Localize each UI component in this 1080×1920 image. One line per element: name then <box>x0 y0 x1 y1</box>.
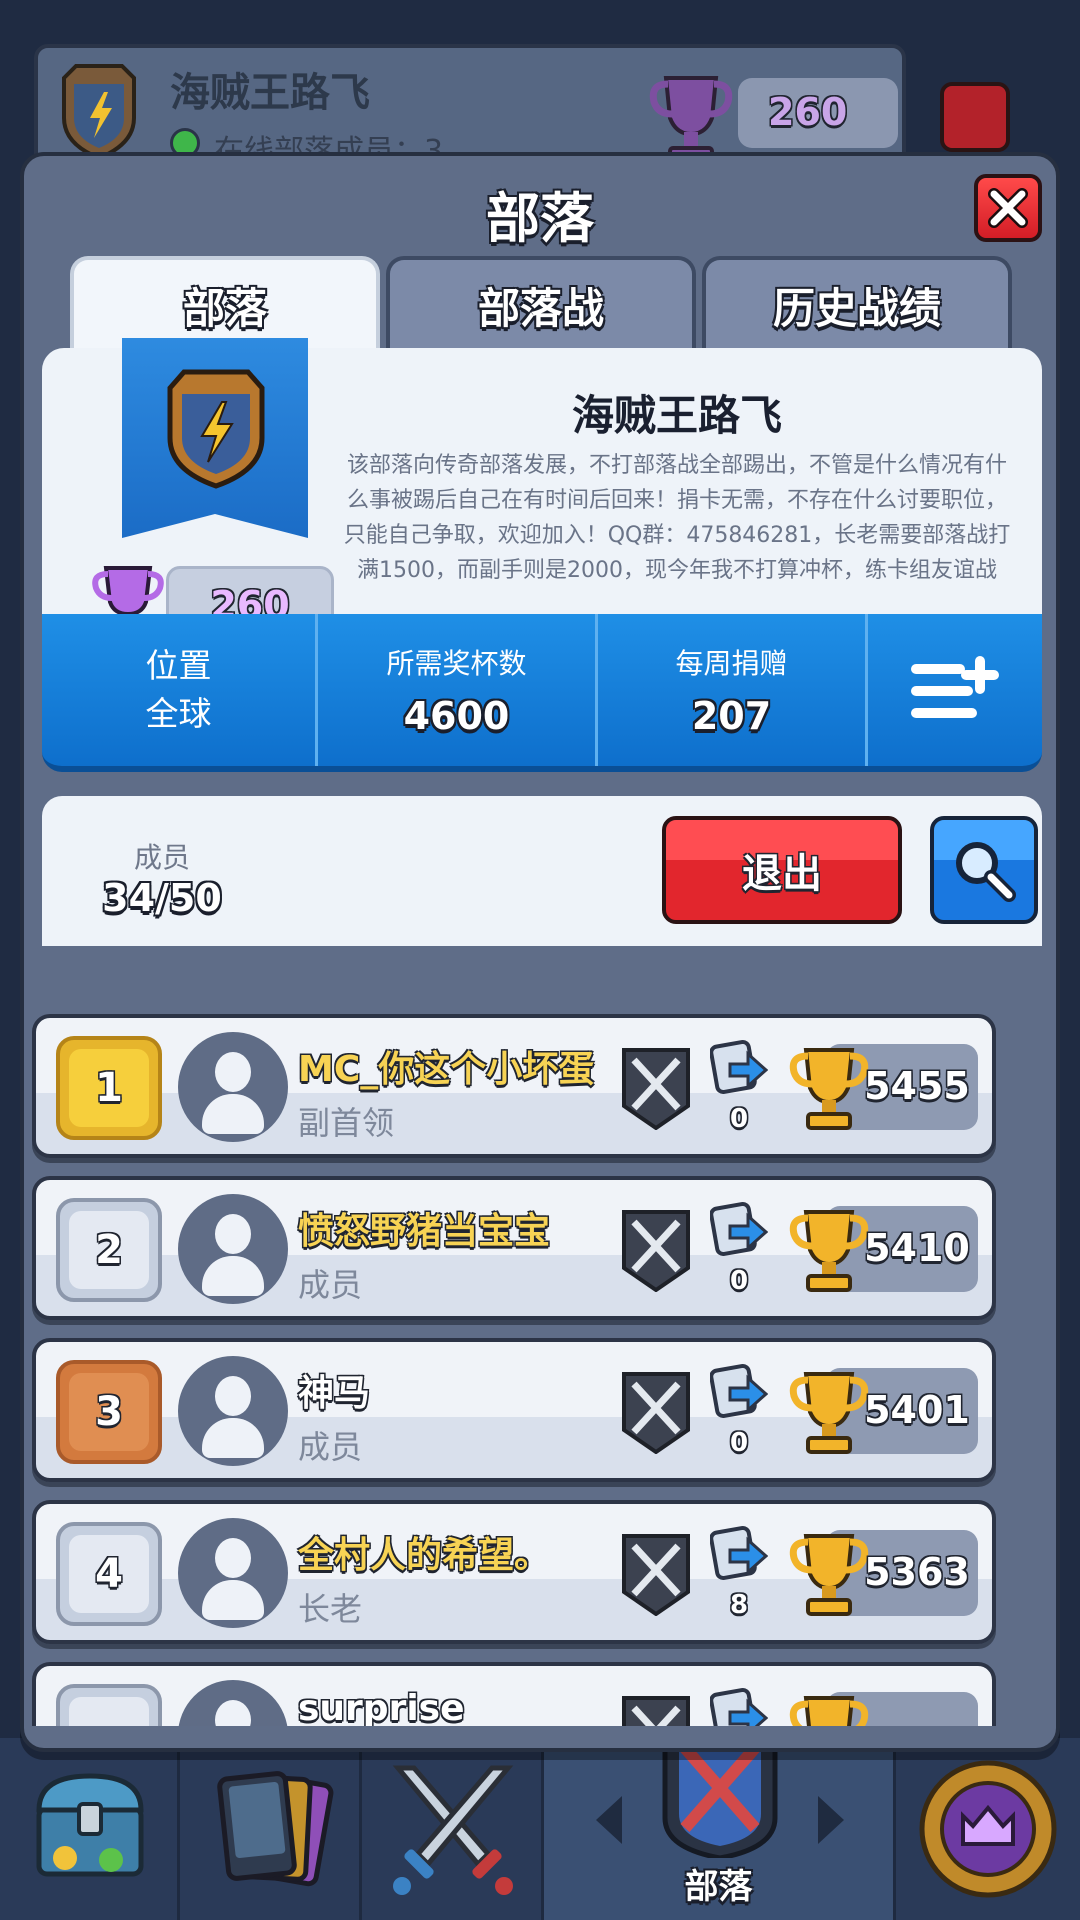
rank-number: 4 <box>95 1551 123 1597</box>
crossed-swords-icon <box>622 1696 690 1726</box>
donate-icon <box>710 1526 768 1580</box>
donation-count: 0 <box>729 1104 749 1134</box>
rank-number: 1 <box>95 1065 123 1111</box>
rank-number: 2 <box>95 1227 123 1273</box>
donate-icon <box>710 1040 768 1094</box>
tab-history[interactable]: 历史战绩 <box>702 256 1012 350</box>
member-role: 成员 <box>298 1266 363 1304</box>
avatar <box>178 1680 288 1726</box>
member-name: 全村人的希望。 <box>298 1535 551 1576</box>
stat-location-value: 全球 <box>145 694 212 733</box>
donation-count: 0 <box>729 1428 749 1458</box>
avatar <box>178 1194 288 1304</box>
stat-location: 位置 全球 <box>42 614 318 766</box>
rank-badge: 1 <box>56 1036 162 1140</box>
nav-item-battle[interactable] <box>362 1738 544 1920</box>
chest-icon <box>36 1773 144 1877</box>
clan-icon <box>662 1738 778 1858</box>
leave-clan-label: 退出 <box>742 851 822 897</box>
member-role: 成员 <box>298 1428 363 1466</box>
clan-stats-bar: 位置 全球 所需奖杯数 4600 每周捐赠 207 <box>42 614 1042 772</box>
close-button[interactable] <box>974 174 1042 242</box>
background-clan-name: 海贼王路飞 <box>170 70 370 116</box>
members-label: 成员 <box>133 841 190 874</box>
donation-count: 0 <box>729 1266 749 1296</box>
rank-badge: 4 <box>56 1522 162 1626</box>
member-row[interactable]: surprise <box>32 1662 996 1726</box>
clan-options-button[interactable] <box>868 614 1042 766</box>
members-count: 34/50 <box>102 876 222 920</box>
donation-count: 8 <box>729 1590 749 1620</box>
avatar <box>178 1518 288 1628</box>
battle-icon <box>392 1765 514 1895</box>
stat-weekly-donations: 每周捐赠 207 <box>598 614 868 766</box>
stat-weekly-value: 207 <box>691 694 772 738</box>
clan-shield-icon <box>62 64 136 160</box>
member-row[interactable]: 4 全村人的希望。 长老 8 5363 <box>32 1500 996 1644</box>
list-add-icon <box>911 656 999 718</box>
rank-badge <box>56 1684 162 1726</box>
tab-clan-war[interactable]: 部落战 <box>386 256 696 350</box>
nav-item-shop[interactable] <box>0 1738 180 1920</box>
nav-item-clan[interactable]: 部落 <box>544 1738 896 1920</box>
avatar <box>178 1356 288 1466</box>
clan-shield-icon <box>167 369 265 489</box>
crossed-swords-icon <box>622 1210 690 1292</box>
crossed-swords-icon <box>622 1048 690 1130</box>
background-close-button <box>940 82 1010 152</box>
member-row[interactable]: 1 MC_你这个小坏蛋 副首领 0 5455 <box>32 1014 996 1158</box>
members-header: 成员 34/50 退出 <box>42 796 1042 946</box>
member-trophies: 5401 <box>864 1388 970 1432</box>
stat-required-trophies: 所需奖杯数 4600 <box>318 614 598 766</box>
donate-icon <box>710 1688 768 1726</box>
nav-item-tournament[interactable] <box>896 1738 1080 1920</box>
clan-name: 海贼王路飞 <box>571 391 782 440</box>
clan-info-panel: 260 海贼王路飞 该部落向传奇部落发展，不打部落战全部踢出，不管是什么情况有什… <box>42 338 1042 644</box>
stat-weekly-label: 每周捐赠 <box>675 647 788 680</box>
member-list[interactable]: 1 MC_你这个小坏蛋 副首领 0 5455 2 愤怒野猪当宝宝 成员 0 54… <box>18 990 1018 1726</box>
bottom-nav: 部落 <box>0 1738 1080 1920</box>
member-row[interactable]: 2 愤怒野猪当宝宝 成员 0 5410 <box>32 1176 996 1320</box>
stat-location-label: 位置 <box>145 646 212 685</box>
leave-clan-button[interactable]: 退出 <box>662 816 902 924</box>
member-trophies: 5363 <box>864 1550 970 1594</box>
tab-history-label: 历史战绩 <box>772 283 941 333</box>
member-name: surprise <box>298 1688 465 1726</box>
crossed-swords-icon <box>622 1534 690 1616</box>
donate-icon <box>710 1364 768 1418</box>
tab-clan-war-label: 部落战 <box>477 283 604 333</box>
chevron-right-icon <box>818 1796 844 1844</box>
search-button[interactable] <box>930 816 1038 924</box>
avatar <box>178 1032 288 1142</box>
chevron-left-icon <box>596 1796 622 1844</box>
rank-badge: 2 <box>56 1198 162 1302</box>
stat-required-label: 所需奖杯数 <box>386 647 527 680</box>
tab-clan[interactable]: 部落 <box>70 256 380 350</box>
rank-badge: 3 <box>56 1360 162 1464</box>
trophy-icon <box>789 1696 869 1726</box>
rank-number: 3 <box>95 1389 123 1435</box>
member-role: 副首领 <box>298 1104 395 1142</box>
crossed-swords-icon <box>622 1372 690 1454</box>
clan-description: 该部落向传奇部落发展，不打部落战全部踢出，不管是什么情况有什么事被踢后自己在有时… <box>343 453 1011 583</box>
background-trophy-value: 260 <box>768 90 848 134</box>
member-trophies: 5455 <box>864 1064 970 1108</box>
cards-icon <box>217 1771 334 1887</box>
close-icon <box>988 188 1028 228</box>
nav-item-cards[interactable] <box>180 1738 362 1920</box>
modal-title: 部落 <box>486 187 594 250</box>
member-row[interactable]: 3 神马 成员 0 5401 <box>32 1338 996 1482</box>
stat-required-value: 4600 <box>403 694 510 738</box>
member-trophies: 5410 <box>864 1226 970 1270</box>
nav-clan-label: 部落 <box>684 1867 753 1907</box>
donate-icon <box>710 1202 768 1256</box>
member-name: 神马 <box>298 1373 371 1414</box>
member-role: 长老 <box>298 1590 363 1628</box>
member-name: 愤怒野猪当宝宝 <box>298 1211 551 1252</box>
search-icon <box>956 842 1016 902</box>
tournament-icon <box>919 1760 1057 1898</box>
tab-clan-label: 部落 <box>182 283 267 333</box>
member-name: MC_你这个小坏蛋 <box>298 1049 595 1090</box>
